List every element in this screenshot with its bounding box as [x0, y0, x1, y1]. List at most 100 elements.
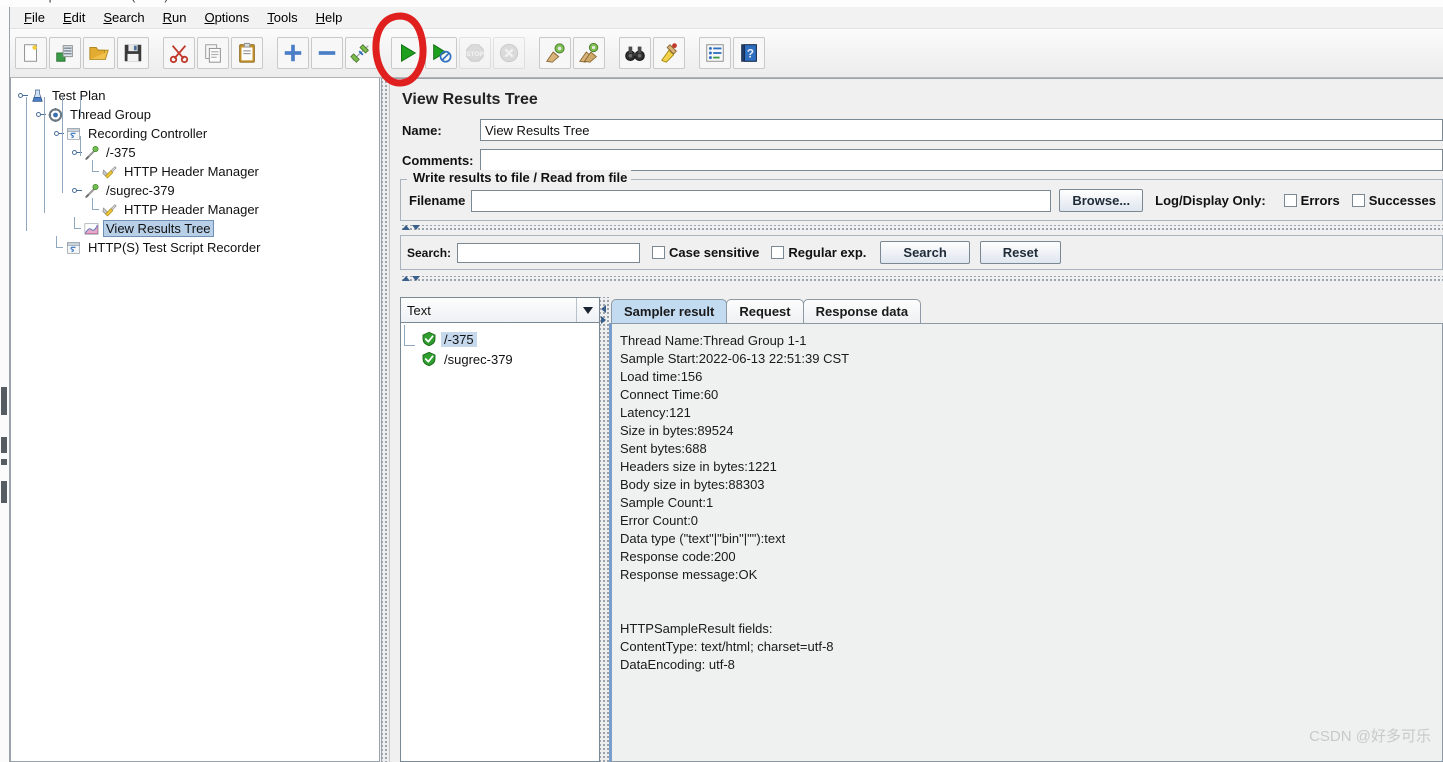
success-shield-icon [421, 331, 438, 347]
start-no-pauses-button[interactable] [425, 37, 457, 69]
collapse-up-icon[interactable] [402, 225, 410, 230]
clear-button[interactable] [539, 37, 571, 69]
tree-node[interactable]: Thread Group [17, 105, 379, 124]
test-plan-tree-panel[interactable]: Test Plan Thread Group Recording Controlle… [10, 78, 380, 762]
tree-elbow [53, 236, 64, 253]
lower-separator-arrows[interactable] [402, 276, 420, 281]
expand-right-icon[interactable] [601, 316, 606, 324]
http-sampler-icon [83, 145, 100, 161]
regular-exp-checkbox-box[interactable] [771, 246, 785, 259]
reset-search-button[interactable] [653, 37, 685, 69]
tab-request[interactable]: Request [726, 299, 804, 323]
tab-sampler-result[interactable]: Sampler result [611, 299, 728, 323]
tree-node[interactable]: Test Plan [17, 86, 379, 105]
menu-edit[interactable]: Edit [54, 8, 94, 27]
stop-button: STOP [459, 37, 491, 69]
main-splitter[interactable] [381, 78, 390, 762]
tree-node[interactable]: HTTP Header Manager [17, 198, 379, 219]
help-button[interactable]: ? [733, 37, 765, 69]
expand-all-button[interactable] [277, 37, 309, 69]
filename-input[interactable] [471, 189, 1052, 212]
tree-elbow [71, 217, 82, 234]
menu-tools[interactable]: Tools [258, 8, 306, 27]
tab-response-data[interactable]: Response data [802, 299, 922, 323]
open-button[interactable] [83, 37, 115, 69]
search-button[interactable] [619, 37, 651, 69]
case-sensitive-checkbox[interactable]: Case sensitive [652, 245, 759, 260]
errors-checkbox-box[interactable] [1283, 194, 1297, 207]
expand-down-icon[interactable] [412, 225, 420, 230]
clear-broom-icon [544, 42, 566, 64]
browse-button[interactable]: Browse... [1059, 189, 1144, 212]
tree-connector-line [62, 97, 63, 193]
menu-run[interactable]: Run [154, 8, 196, 27]
tree-node[interactable]: HTTP(S) Test Script Recorder [17, 236, 379, 257]
menu-file[interactable]: File [15, 8, 54, 27]
sampler-result-line: Response message:OK [620, 567, 758, 582]
function-helper-button[interactable] [699, 37, 731, 69]
write-results-groupbox: Write results to file / Read from file F… [400, 170, 1443, 221]
paste-button[interactable] [231, 37, 263, 69]
tree-node[interactable]: HTTP Header Manager [17, 160, 379, 181]
tree-node[interactable]: /-375 [17, 143, 379, 162]
clipboard-icon [236, 42, 258, 64]
lower-collapse-up-icon[interactable] [402, 276, 410, 281]
results-splitter[interactable] [600, 297, 609, 762]
templates-button[interactable] [49, 37, 81, 69]
search-reset-button[interactable]: Reset [979, 241, 1062, 264]
play-green-icon [396, 42, 418, 64]
detail-tabs[interactable]: Sampler result Request Response data [609, 297, 1443, 323]
menu-options[interactable]: Options [195, 8, 258, 27]
copy-button[interactable] [197, 37, 229, 69]
lower-expand-down-icon[interactable] [412, 276, 420, 281]
name-input[interactable] [480, 119, 1443, 141]
search-input[interactable] [457, 242, 641, 263]
menu-help[interactable]: Help [307, 8, 352, 27]
tree-expand-handle[interactable] [71, 185, 82, 196]
successes-checkbox[interactable]: Successes [1351, 193, 1436, 208]
toggle-button[interactable] [345, 37, 377, 69]
results-separator[interactable] [400, 225, 1443, 231]
save-button[interactable] [117, 37, 149, 69]
tree-node[interactable]: /sugrec-379 [17, 181, 379, 200]
results-splitter-arrows[interactable] [601, 305, 606, 324]
separator-arrows[interactable] [402, 225, 420, 230]
result-list-item[interactable]: /sugrec-379 [407, 349, 599, 369]
sampler-result-spacer [620, 584, 1442, 602]
comments-input[interactable] [480, 149, 1443, 171]
start-button[interactable] [391, 37, 423, 69]
regular-exp-checkbox[interactable]: Regular exp. [771, 245, 866, 260]
result-list-item[interactable]: /-375 [407, 329, 599, 349]
toolbar: STOP? [9, 29, 1443, 78]
header-manager-icon [101, 164, 118, 180]
edge-mark-4 [1, 481, 7, 503]
collapse-left-icon[interactable] [601, 305, 606, 313]
menu-search[interactable]: Search [94, 8, 153, 27]
cut-button[interactable] [163, 37, 195, 69]
groupbox-border-left [401, 179, 407, 180]
test-plan-tree[interactable]: Test Plan Thread Group Recording Controlle… [11, 78, 379, 257]
window-title-bar: Apache JMeter (5.4.1) [0, 0, 1443, 7]
search-submit-button[interactable]: Search [880, 241, 970, 264]
minus-icon [316, 42, 338, 64]
name-label: Name: [402, 122, 442, 138]
sampler-result-content[interactable]: Thread Name:Thread Group 1-1 Sample Start… [609, 323, 1443, 762]
plus-icon [282, 42, 304, 64]
errors-checkbox[interactable]: Errors [1283, 193, 1340, 208]
open-folder-icon [88, 42, 110, 64]
sampler-result-line: Latency:121 [620, 405, 691, 420]
new-button[interactable] [15, 37, 47, 69]
lower-separator[interactable] [400, 276, 1443, 282]
chevron-down-icon[interactable] [576, 298, 599, 322]
successes-checkbox-box[interactable] [1351, 194, 1365, 207]
results-list[interactable]: /-375/sugrec-379 [400, 323, 600, 762]
sampler-result-line: Headers size in bytes:1221 [620, 459, 777, 474]
tree-node[interactable]: View Results Tree [17, 217, 379, 238]
tree-node[interactable]: Recording Controller [17, 124, 379, 143]
case-sensitive-checkbox-box[interactable] [652, 246, 666, 259]
clear-all-button[interactable] [573, 37, 605, 69]
results-area: Text /-375/sugrec-379 Sampler result Requ… [400, 297, 1443, 762]
render-combo[interactable]: Text [400, 297, 600, 323]
collapse-all-button[interactable] [311, 37, 343, 69]
comments-row: Comments: [390, 149, 1443, 171]
